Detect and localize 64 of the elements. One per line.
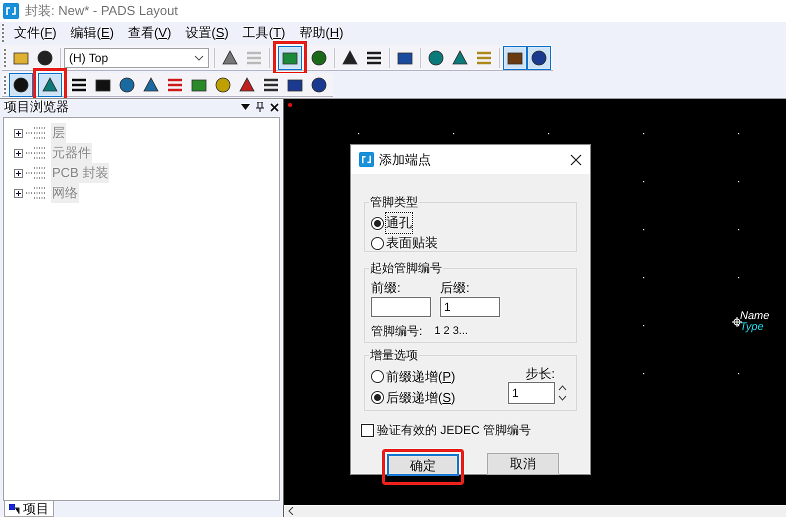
expand-toggle[interactable] bbox=[14, 188, 23, 198]
close-icon[interactable] bbox=[270, 102, 279, 112]
app-logo-icon bbox=[359, 152, 374, 167]
origin-marker-icon bbox=[732, 317, 742, 327]
project-icon bbox=[9, 502, 21, 514]
radio-label: 前缀递增(P) bbox=[386, 368, 456, 386]
expand-toggle[interactable] bbox=[14, 148, 23, 158]
dotted-node-icon bbox=[26, 185, 48, 201]
radio-button[interactable] bbox=[371, 391, 384, 404]
suffix-input[interactable]: 1 bbox=[440, 297, 500, 317]
radio-label: 通孔 bbox=[386, 213, 412, 233]
field-label: 前缀: bbox=[371, 279, 402, 297]
group-title: 起始管脚编号 bbox=[369, 260, 443, 276]
toolbar-button[interactable] bbox=[503, 46, 527, 70]
group-title: 管脚类型 bbox=[369, 194, 419, 210]
canvas-label: Type bbox=[740, 322, 765, 333]
spinner-arrows-icon[interactable] bbox=[558, 384, 567, 402]
layer-dropdown[interactable]: (H) Top bbox=[64, 48, 209, 68]
group-title: 增量选项 bbox=[369, 347, 419, 363]
app-logo-icon bbox=[3, 3, 19, 19]
toolbar-button[interactable] bbox=[9, 72, 33, 96]
window-title: 封装: New* - PADS Layout bbox=[25, 2, 178, 20]
field-label: 步长: bbox=[525, 366, 555, 382]
field-label: 后缀: bbox=[440, 279, 471, 297]
menu-item[interactable]: 查看(V) bbox=[121, 23, 178, 43]
dialog-title: 添加端点 bbox=[379, 150, 431, 169]
prefix-input[interactable] bbox=[371, 297, 431, 317]
dotted-node-icon bbox=[26, 145, 48, 161]
expand-toggle[interactable] bbox=[14, 168, 23, 178]
radio-button[interactable] bbox=[371, 216, 384, 230]
field-label: 管脚编号: bbox=[371, 323, 422, 340]
checkbox-label: 验证有效的 JEDEC 管脚编号 bbox=[377, 422, 532, 439]
close-icon[interactable] bbox=[570, 154, 582, 166]
dotted-node-icon bbox=[26, 165, 48, 181]
menu-item[interactable]: 设置(S) bbox=[178, 23, 236, 43]
menu-item[interactable]: 工具(T) bbox=[236, 23, 292, 43]
toolbar-grip bbox=[2, 24, 5, 42]
canvas-label: Name bbox=[740, 311, 770, 322]
pin-icon[interactable] bbox=[256, 102, 264, 112]
radio-button[interactable] bbox=[371, 236, 384, 250]
menu-item[interactable]: 编辑(E) bbox=[64, 23, 121, 43]
checkbox[interactable] bbox=[361, 424, 374, 436]
toolbar-button[interactable] bbox=[278, 46, 302, 70]
radio-button[interactable] bbox=[371, 370, 384, 383]
menu-item[interactable]: 文件(F) bbox=[7, 23, 64, 43]
toolbar-button[interactable] bbox=[38, 72, 62, 96]
pin-number-preview: 1 2 3... bbox=[434, 324, 468, 339]
scroll-left-icon[interactable] bbox=[288, 507, 294, 515]
step-input[interactable]: 1 bbox=[508, 382, 555, 404]
chevron-down-icon bbox=[194, 54, 204, 60]
dialog-button[interactable]: 取消 bbox=[487, 453, 559, 475]
design-canvas[interactable]: Name Type 添加端点 管脚类型 通孔 表面贴装 起始管脚编号 前缀: 后缀: 1 管脚编号: 1 2 3... 增量选项 前缀递增(P) 后缀递增(S) 步长: 1 验证有效的 JEDEC 管脚编号 确定 取消 bbox=[284, 99, 786, 505]
dropdown-arrow-icon[interactable] bbox=[241, 104, 250, 110]
radio-label: 表面贴装 bbox=[386, 234, 438, 252]
dotted-node-icon bbox=[26, 125, 48, 141]
panel-tab[interactable]: 项目 bbox=[4, 501, 54, 517]
expand-toggle[interactable] bbox=[14, 128, 23, 138]
radio-label: 后缀递增(S) bbox=[386, 388, 456, 407]
panel-title: 项目浏览器 bbox=[4, 98, 69, 116]
toolbar-grip bbox=[4, 48, 7, 66]
toolbar-button[interactable] bbox=[527, 46, 551, 70]
menu-item[interactable]: 帮助(H) bbox=[292, 23, 350, 43]
toolbar-grip bbox=[4, 76, 7, 94]
dialog-button[interactable]: 确定 bbox=[387, 454, 459, 476]
